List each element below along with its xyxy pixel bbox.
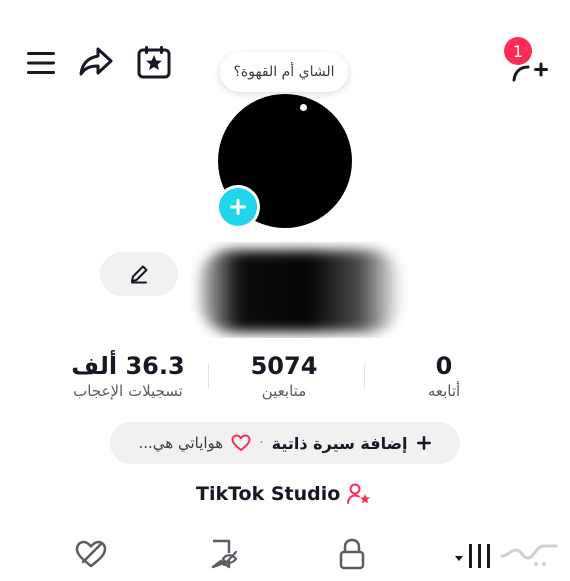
tiktok-studio-link[interactable]: TikTok Studio (196, 478, 376, 510)
likes-count: 36.3 ألف (71, 352, 185, 380)
followers-label: متابعين (261, 382, 307, 400)
pencil-icon (131, 265, 148, 284)
bio-chip[interactable]: إضافة سيرة ذاتية · هواياتي هي... (110, 422, 460, 464)
note-text: الشاي أم القهوة؟ (233, 64, 335, 80)
likes-label: تسجيلات الإعجاب (73, 382, 183, 400)
note-bubble-tail-dot (300, 104, 307, 111)
calendar-star-icon (137, 46, 171, 79)
stat-divider-2 (364, 362, 365, 388)
note-bubble[interactable]: الشاي أم القهوة؟ (220, 52, 348, 92)
stat-following[interactable]: 0 أتابعه (408, 352, 480, 400)
tab-saved[interactable] (202, 534, 244, 574)
add-bio-plus-icon (416, 435, 432, 451)
heart-outline-icon (231, 434, 251, 452)
plus-icon (230, 199, 246, 215)
user-star-icon (346, 482, 372, 506)
hamburger-icon (27, 52, 55, 74)
stat-divider-1 (208, 362, 209, 388)
following-label: أتابعه (427, 382, 461, 400)
stat-followers[interactable]: 5074 متابعين (228, 352, 340, 400)
add-photo-button[interactable] (216, 185, 260, 229)
following-count: 0 (435, 352, 453, 380)
edit-name-button[interactable] (100, 252, 178, 296)
calendar-button[interactable] (134, 42, 174, 82)
tab-liked[interactable] (70, 534, 112, 574)
grid-lines-icon (455, 544, 490, 568)
share-arrow-icon (79, 47, 113, 76)
watermark-logo (498, 530, 560, 570)
notification-count: 1 (512, 41, 524, 61)
username-redacted (190, 242, 410, 338)
tab-videos[interactable] (450, 536, 500, 574)
followers-count: 5074 (250, 352, 318, 380)
share-button[interactable] (76, 42, 116, 82)
stat-likes[interactable]: 36.3 ألف تسجيلات الإعجاب (52, 352, 204, 400)
bookmark-eye-slash-icon (211, 539, 238, 569)
hobbies-label[interactable]: هواياتي هي... (138, 434, 223, 452)
bio-separator: · (259, 435, 264, 451)
menu-button[interactable] (22, 44, 60, 82)
tab-private[interactable] (332, 534, 372, 574)
add-bio-label[interactable]: إضافة سيرة ذاتية (272, 434, 408, 453)
heart-eye-slash-icon (75, 540, 107, 568)
notification-badge: 1 (504, 37, 532, 65)
lock-icon (339, 538, 365, 570)
studio-label: TikTok Studio (196, 483, 341, 505)
